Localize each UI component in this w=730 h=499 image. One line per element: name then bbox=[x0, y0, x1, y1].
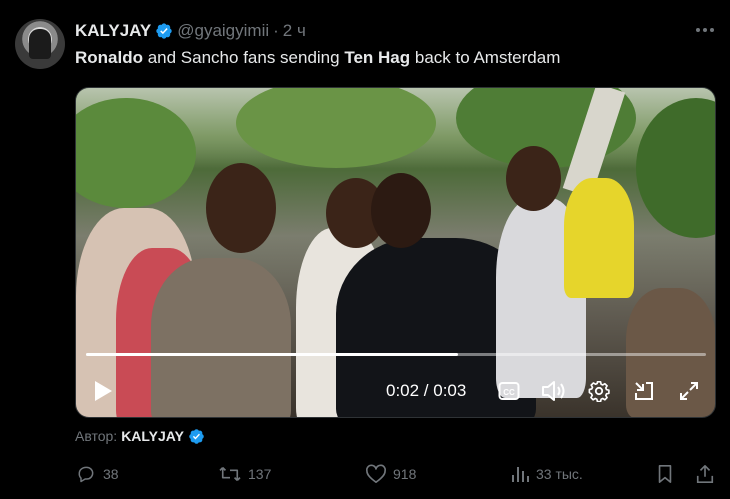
picture-in-picture-icon[interactable] bbox=[631, 374, 657, 408]
author-avatar[interactable] bbox=[15, 19, 65, 69]
video-scene-person bbox=[564, 178, 634, 298]
fullscreen-icon[interactable] bbox=[676, 374, 702, 408]
video-scene-head bbox=[506, 146, 561, 211]
video-scene-head bbox=[206, 163, 276, 253]
reply-count: 38 bbox=[103, 466, 119, 482]
video-player[interactable]: 0:02 / 0:03 CC bbox=[75, 87, 716, 418]
retweet-icon bbox=[219, 467, 241, 481]
tweet-actions: 38 137 918 33 тыс. bbox=[75, 462, 715, 486]
like-count: 918 bbox=[393, 466, 417, 482]
heart-icon bbox=[366, 464, 386, 483]
svg-text:CC: CC bbox=[503, 388, 515, 397]
views-icon bbox=[512, 467, 529, 482]
tweet-timestamp[interactable]: 2 ч bbox=[283, 21, 306, 41]
views-count: 33 тыс. bbox=[536, 466, 583, 482]
reply-icon bbox=[78, 466, 94, 483]
volume-icon[interactable] bbox=[540, 374, 568, 408]
retweet-button[interactable]: 137 bbox=[218, 462, 271, 486]
reply-button[interactable]: 38 bbox=[75, 462, 119, 486]
author-name[interactable]: KALYJAY bbox=[75, 21, 151, 41]
tweet-text-span-2: and Sancho fans sending bbox=[143, 48, 345, 67]
author-handle[interactable]: @gyaigyimii bbox=[177, 21, 269, 41]
tweet-text: Ronaldo and Sancho fans sending Ten Hag … bbox=[75, 48, 560, 68]
video-attribution: Автор: KALYJAY bbox=[75, 427, 205, 445]
tweet-text-bold-1: Ronaldo bbox=[75, 48, 143, 67]
tweet-text-bold-3: Ten Hag bbox=[344, 48, 411, 67]
video-progress-fill bbox=[86, 353, 458, 356]
gear-icon[interactable] bbox=[586, 374, 612, 408]
video-controls: 0:02 / 0:03 CC bbox=[76, 374, 715, 408]
attribution-author[interactable]: KALYJAY bbox=[121, 428, 184, 444]
tweet-text-span-4: back to Amsterdam bbox=[410, 48, 561, 67]
views-button[interactable]: 33 тыс. bbox=[510, 462, 583, 486]
retweet-count: 137 bbox=[248, 466, 272, 482]
more-icon[interactable] bbox=[694, 20, 716, 40]
attribution-prefix: Автор: bbox=[75, 428, 118, 444]
video-timecode: 0:02 / 0:03 bbox=[386, 381, 467, 400]
video-scene-head bbox=[371, 173, 431, 248]
verified-badge-icon bbox=[189, 428, 204, 444]
verified-badge-icon bbox=[156, 23, 172, 39]
like-button[interactable]: 918 bbox=[365, 462, 416, 486]
bookmark-button[interactable] bbox=[656, 462, 680, 486]
share-icon bbox=[696, 465, 714, 483]
tweet-header: KALYJAY @gyaigyimii · 2 ч bbox=[75, 20, 306, 42]
captions-icon[interactable]: CC bbox=[496, 374, 522, 408]
video-progress-bar[interactable] bbox=[86, 353, 706, 356]
bookmark-icon bbox=[658, 465, 672, 483]
share-button[interactable] bbox=[695, 462, 721, 486]
avatar-figure bbox=[29, 29, 51, 59]
separator-dot: · bbox=[273, 21, 279, 40]
play-icon[interactable] bbox=[90, 374, 116, 408]
